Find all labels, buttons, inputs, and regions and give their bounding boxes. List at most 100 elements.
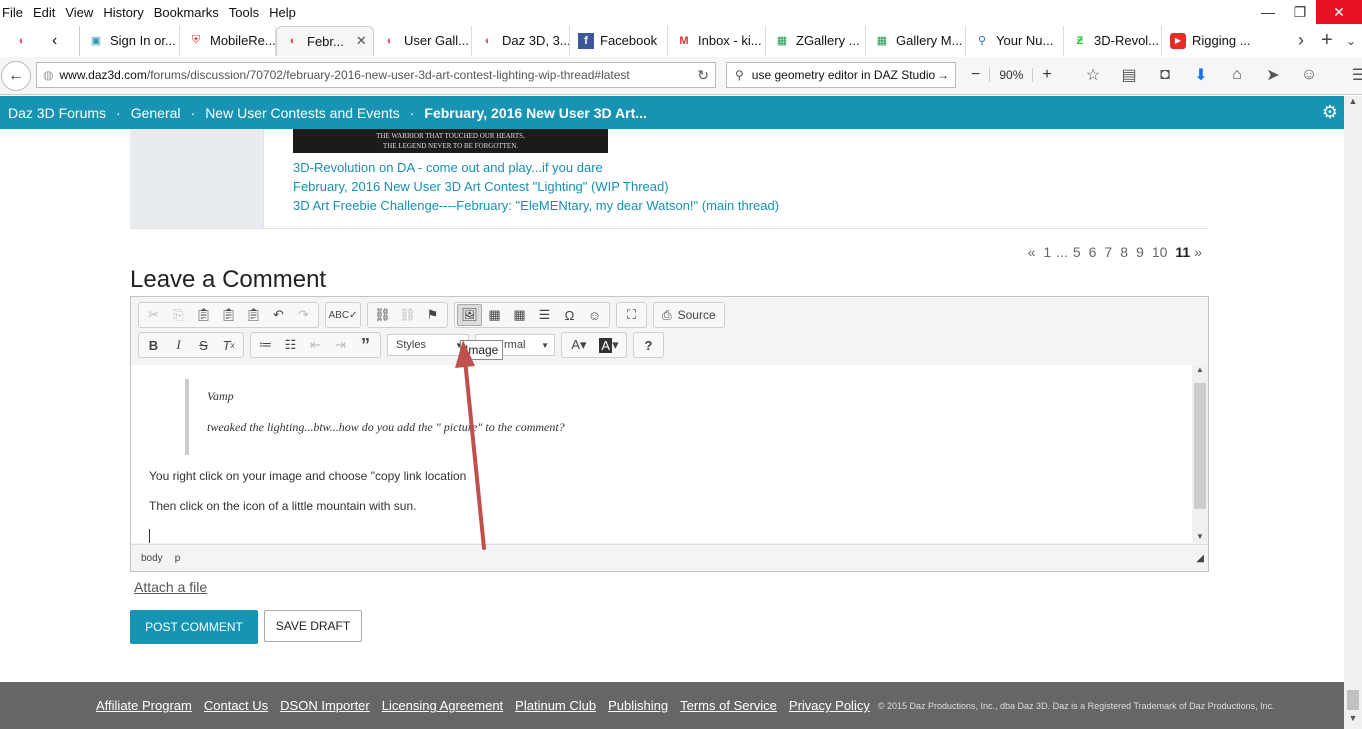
pager-page[interactable]: 9 (1132, 244, 1148, 260)
pinned-tab[interactable]: ◐ (0, 26, 44, 56)
search-go-icon[interactable]: → (937, 68, 949, 82)
paste-icon[interactable]: 📋︎ (191, 304, 216, 326)
help-icon[interactable]: ? (636, 334, 661, 356)
zoom-level[interactable]: 90% (989, 68, 1034, 82)
pocket-icon[interactable]: ◘ (1147, 66, 1183, 84)
tab-gallery-m[interactable]: ▦ Gallery M... (866, 25, 966, 56)
tab-user-gallery[interactable]: ◐ User Gall... (374, 25, 472, 56)
smiley-icon[interactable]: ☺ (582, 304, 607, 326)
menu-edit[interactable]: Edit (28, 5, 60, 20)
attach-file-link[interactable]: Attach a file (134, 579, 207, 595)
chat-icon[interactable]: ☺ (1291, 66, 1327, 84)
source-button[interactable]: ⎙ Source (656, 304, 722, 326)
search-bar[interactable]: ⚲ use geometry editor in DAZ Studio → (726, 62, 956, 88)
footer-link-platinum[interactable]: Platinum Club (515, 698, 596, 713)
menu-history[interactable]: History (98, 5, 148, 20)
signature-link[interactable]: 3D-Revolution on DA - come out and play.… (293, 160, 603, 175)
image-icon[interactable]: 🖼︎ (457, 304, 482, 326)
gear-icon[interactable]: ⚙ (1322, 102, 1338, 123)
italic-icon[interactable]: I (166, 334, 191, 356)
path-body[interactable]: body (141, 553, 163, 564)
scroll-down-icon[interactable]: ▼ (1344, 713, 1362, 729)
footer-link-dson[interactable]: DSON Importer (280, 698, 370, 713)
pager-next[interactable]: » (1194, 244, 1206, 260)
tab-facebook[interactable]: f Facebook (570, 25, 668, 56)
signature-link[interactable]: February, 2016 New User 3D Art Contest "… (293, 179, 669, 194)
back-arrow-icon[interactable]: ← (1, 60, 31, 91)
table-icon[interactable]: ▦ (507, 304, 532, 326)
zoom-out-icon[interactable]: − (962, 66, 989, 84)
anchor-flag-icon[interactable]: ⚑ (420, 304, 445, 326)
remove-format-icon[interactable]: Tx (216, 334, 241, 356)
tab-daz3d[interactable]: ◐ Daz 3D, 3... (472, 25, 570, 56)
outdent-icon[interactable]: ⇤ (303, 334, 328, 356)
breadcrumb-general[interactable]: General (127, 105, 185, 121)
resize-handle-icon[interactable]: ◢ (1196, 553, 1204, 564)
menu-help[interactable]: Help (264, 5, 301, 20)
tab-sign-in[interactable]: ▣ Sign In or... (80, 25, 180, 56)
send-icon[interactable]: ➤ (1255, 65, 1291, 85)
save-draft-button[interactable]: SAVE DRAFT (264, 610, 362, 642)
cut-icon[interactable]: ✂ (141, 304, 166, 326)
breadcrumb-forums[interactable]: Daz 3D Forums (0, 105, 110, 121)
editor-scrollbar-thumb[interactable] (1194, 383, 1206, 509)
menu-bookmarks[interactable]: Bookmarks (149, 5, 224, 20)
tab-list-icon[interactable]: ⌄ (1346, 24, 1356, 57)
footer-link-affiliate[interactable]: Affiliate Program (96, 698, 192, 713)
editor-content-area[interactable]: Vamp tweaked the lighting...btw...how do… (131, 365, 1192, 543)
indent-icon[interactable]: ⇥ (328, 334, 353, 356)
maximize-icon[interactable]: ⛶ (619, 304, 644, 326)
download-icon[interactable]: ⬇ (1183, 65, 1219, 85)
flash-icon[interactable]: ▦ (482, 304, 507, 326)
paste-word-icon[interactable]: 📋︎ (241, 304, 266, 326)
close-tab-icon[interactable]: ✕ (356, 33, 367, 49)
restore-icon[interactable]: ❐ (1284, 0, 1316, 24)
menu-file[interactable]: File (0, 5, 28, 20)
reload-icon[interactable]: ↻ (697, 67, 709, 84)
link-icon[interactable]: ⛓ (370, 304, 395, 326)
minimize-icon[interactable]: — (1252, 0, 1284, 24)
special-char-icon[interactable]: Ω (557, 304, 582, 326)
tab-february[interactable]: ◐ Febr... ✕ (276, 25, 374, 56)
bookmark-star-icon[interactable]: ☆ (1075, 65, 1111, 85)
search-input[interactable]: use geometry editor in DAZ Studio (752, 68, 935, 82)
hamburger-menu-icon[interactable]: ☰ (1341, 65, 1362, 85)
close-window-icon[interactable]: ✕ (1316, 0, 1362, 24)
url-bar[interactable]: ◍ www.daz3d.com/forums/discussion/70702/… (36, 62, 716, 88)
tab-scroll-right-icon[interactable]: › (1298, 24, 1304, 57)
tab-inbox[interactable]: M Inbox - ki... (668, 25, 766, 56)
blockquote-icon[interactable]: ” (353, 334, 378, 356)
editor-scrollbar[interactable]: ▲ ▼ (1192, 365, 1208, 543)
footer-link-contact[interactable]: Contact Us (204, 698, 268, 713)
pager-page[interactable]: 1 (1039, 244, 1055, 260)
pager-page[interactable]: 10 (1148, 244, 1172, 260)
horizontal-line-icon[interactable]: ☰ (532, 304, 557, 326)
pager-prev[interactable]: « (1024, 244, 1040, 260)
footer-link-terms[interactable]: Terms of Service (680, 698, 777, 713)
breadcrumb-current[interactable]: February, 2016 New User 3D Art... (420, 105, 651, 121)
copy-icon[interactable]: ⎘ (166, 304, 191, 326)
undo-icon[interactable]: ↶ (266, 304, 291, 326)
footer-link-publishing[interactable]: Publishing (608, 698, 668, 713)
tab-mobilere[interactable]: ⛨ MobileRe... (180, 25, 276, 56)
tab-rigging[interactable]: ▶ Rigging ... (1162, 26, 1262, 56)
pager-page[interactable]: 6 (1085, 244, 1101, 260)
breadcrumb-contests[interactable]: New User Contests and Events (201, 105, 404, 121)
numbered-list-icon[interactable]: ≔ (253, 334, 278, 356)
tab-zgallery[interactable]: ▦ ZGallery ... (766, 25, 866, 56)
strike-icon[interactable]: S (191, 334, 216, 356)
scrollbar-thumb[interactable] (1347, 690, 1359, 710)
unlink-icon[interactable]: ⛓ (395, 304, 420, 326)
background-color-icon[interactable]: A ▾ (594, 334, 624, 356)
zoom-in-icon[interactable]: + (1033, 66, 1060, 84)
menu-tools[interactable]: Tools (224, 5, 264, 20)
styles-dropdown[interactable]: Styles▼ (387, 334, 469, 356)
footer-link-privacy[interactable]: Privacy Policy (789, 698, 870, 713)
reading-list-icon[interactable]: ▤ (1111, 65, 1147, 85)
path-p[interactable]: p (175, 553, 181, 564)
bold-icon[interactable]: B (141, 334, 166, 356)
redo-icon[interactable]: ↷ (291, 304, 316, 326)
scroll-up-icon[interactable]: ▲ (1192, 365, 1208, 374)
bulleted-list-icon[interactable]: ☷ (278, 334, 303, 356)
page-scrollbar[interactable]: ▲ ▼ (1344, 96, 1362, 729)
